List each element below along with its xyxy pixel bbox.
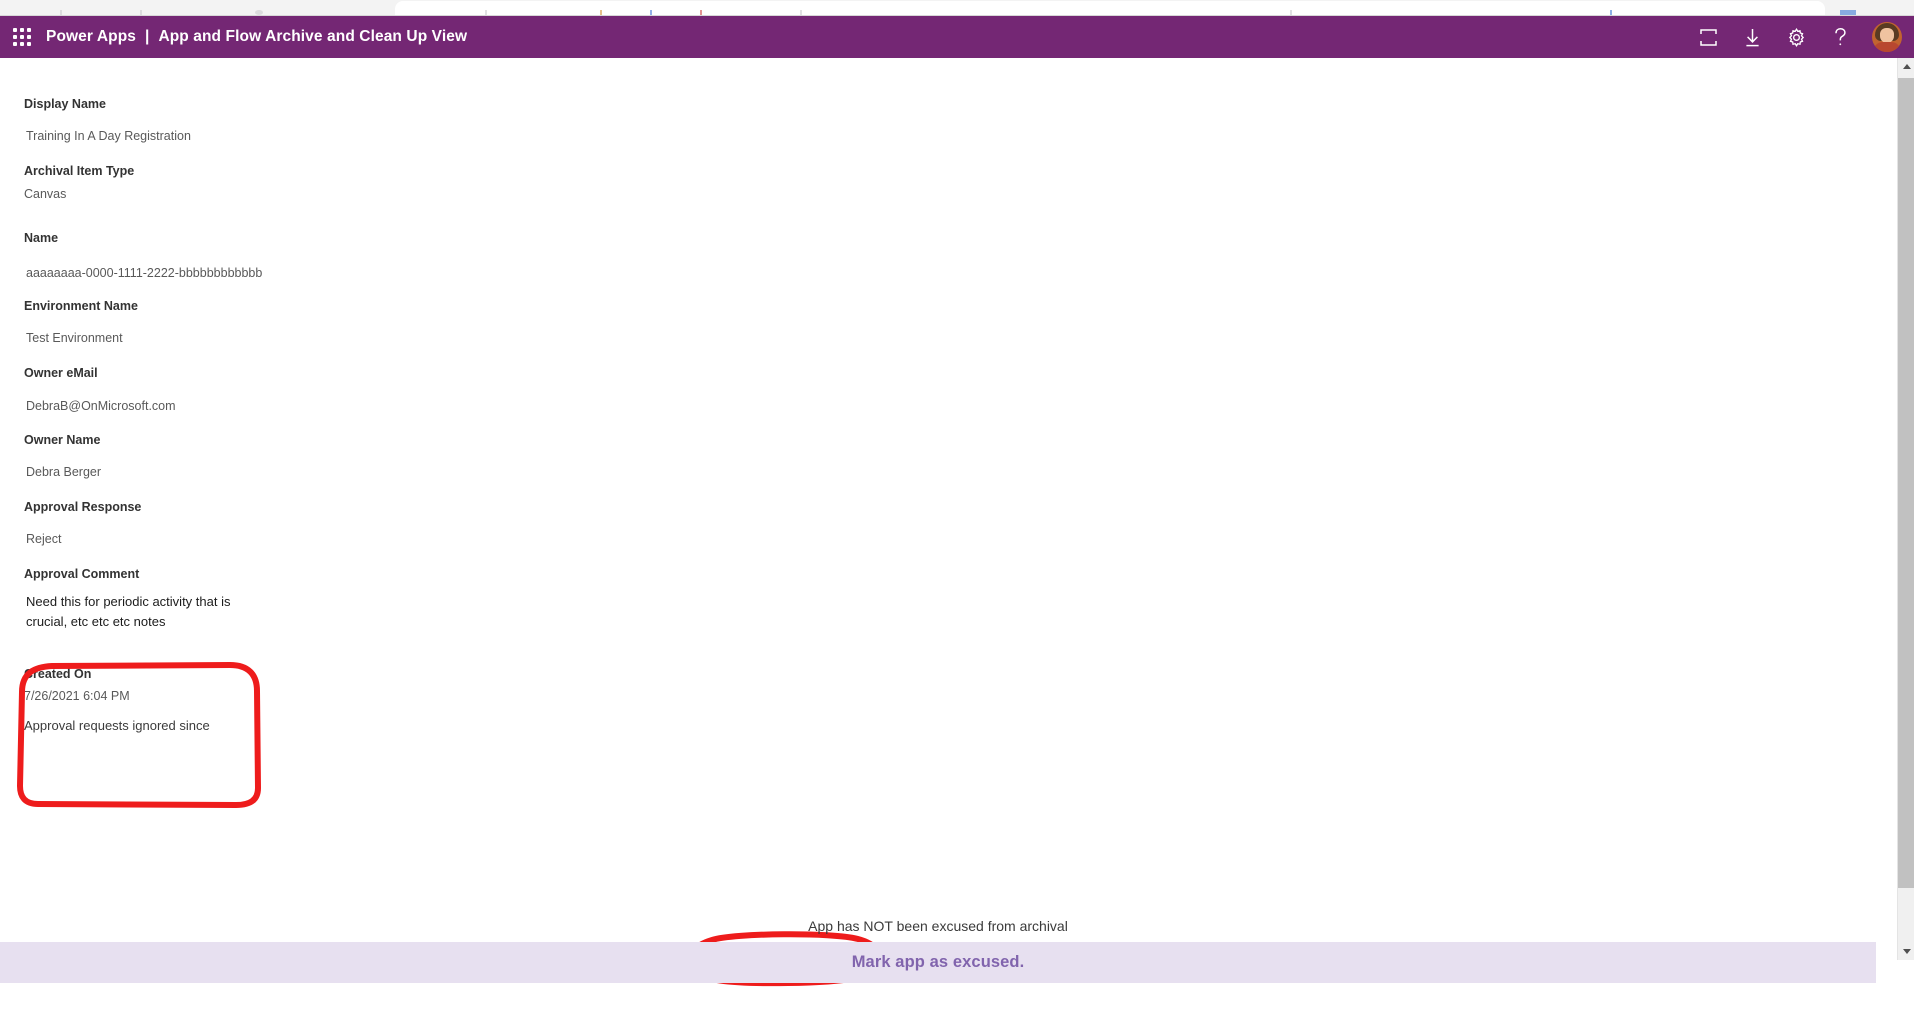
field-owner-name: Owner Name: [0, 432, 560, 448]
field-value: Canvas: [24, 187, 67, 201]
chrome-glyph: [1610, 10, 1612, 15]
brand-separator: |: [145, 28, 150, 45]
field-value-owner-name: Debra Berger: [0, 464, 560, 481]
chrome-glyph: [1840, 10, 1856, 15]
download-icon[interactable]: [1730, 16, 1774, 58]
field-label: Display Name: [24, 97, 106, 111]
field-label: Environment Name: [24, 299, 138, 313]
brand-name: Power Apps: [46, 28, 136, 45]
field-label: Archival Item Type: [24, 164, 135, 178]
field-value: Training In A Day Registration: [26, 129, 191, 143]
help-icon[interactable]: [1818, 16, 1862, 58]
browser-chrome-strip: [0, 0, 1914, 16]
header-actions: [1686, 16, 1914, 58]
scroll-up-arrow-icon[interactable]: [1898, 58, 1914, 75]
field-owner-email: Owner eMail: [0, 365, 560, 381]
chrome-glyph: [700, 10, 702, 15]
archival-status-text: App has NOT been excused from archival: [808, 918, 1068, 934]
field-archival-item-type: Archival Item Type: [0, 163, 560, 179]
field-label: Created On: [24, 667, 92, 681]
app-launcher-waffle-icon[interactable]: [12, 27, 32, 47]
chrome-glyph: [485, 10, 487, 15]
chrome-glyph: [1290, 10, 1292, 15]
field-value-approval-comment: Need this for periodic activity that is …: [0, 592, 560, 632]
field-value: Debra Berger: [26, 465, 102, 479]
field-value-approval-response: Reject: [0, 531, 560, 548]
field-label: Approval requests ignored since: [24, 718, 210, 733]
field-label: Approval Comment: [24, 567, 140, 581]
chrome-reload-icon[interactable]: [255, 10, 263, 15]
field-approval-comment: Approval Comment: [0, 566, 560, 582]
app-header: Power Apps | App and Flow Archive and Cl…: [0, 16, 1914, 58]
brand-area: Power Apps | App and Flow Archive and Cl…: [46, 28, 467, 46]
field-approval-response: Approval Response: [0, 499, 560, 515]
field-value: aaaaaaaa-0000-1111-2222-bbbbbbbbbbbb: [26, 266, 263, 280]
field-value-archival-item-type: Canvas: [0, 186, 560, 203]
field-name: Name: [0, 230, 560, 246]
field-environment-name: Environment Name: [0, 298, 560, 314]
mark-app-as-excused-button[interactable]: Mark app as excused.: [834, 949, 1043, 976]
field-value-display-name: Training In A Day Registration: [0, 128, 560, 145]
vertical-scrollbar[interactable]: [1897, 58, 1914, 960]
field-value: DebraB@OnMicrosoft.com: [26, 399, 176, 413]
user-avatar[interactable]: [1872, 22, 1902, 52]
avatar-body: [1873, 42, 1901, 52]
page-title: App and Flow Archive and Clean Up View: [158, 28, 468, 45]
field-value-owner-email: DebraB@OnMicrosoft.com: [0, 398, 560, 415]
field-value: Need this for periodic activity that is …: [26, 594, 231, 629]
avatar-face: [1880, 28, 1894, 43]
field-display-name: Display Name: [0, 96, 560, 112]
field-value-created-on: 7/26/2021 6:04 PM: [0, 688, 560, 705]
field-approval-requests-ignored-since: Approval requests ignored since: [0, 718, 560, 734]
field-created-on: Created On: [0, 666, 560, 682]
chrome-glyph: [800, 10, 802, 15]
scroll-thumb[interactable]: [1898, 78, 1914, 888]
field-label: Owner Name: [24, 433, 101, 447]
field-value: Reject: [26, 532, 62, 546]
fit-to-screen-icon[interactable]: [1686, 16, 1730, 58]
field-label: Name: [24, 231, 59, 245]
field-value: 7/26/2021 6:04 PM: [24, 689, 130, 703]
chrome-glyph: [600, 10, 602, 15]
record-detail-form: Display Name Training In A Day Registrat…: [0, 58, 1876, 942]
gear-icon[interactable]: [1774, 16, 1818, 58]
field-value-environment-name: Test Environment: [0, 330, 560, 347]
scroll-down-arrow-icon[interactable]: [1898, 943, 1914, 960]
field-value: Test Environment: [26, 331, 123, 345]
field-value-name: aaaaaaaa-0000-1111-2222-bbbbbbbbbbbb: [0, 265, 560, 282]
action-band: Mark app as excused.: [0, 942, 1876, 983]
chrome-glyph: [650, 10, 652, 15]
chrome-glyph: [60, 10, 62, 15]
chrome-glyph: [140, 10, 142, 15]
field-label: Approval Response: [24, 500, 142, 514]
field-label: Owner eMail: [24, 366, 98, 380]
scroll-track[interactable]: [1898, 888, 1914, 943]
